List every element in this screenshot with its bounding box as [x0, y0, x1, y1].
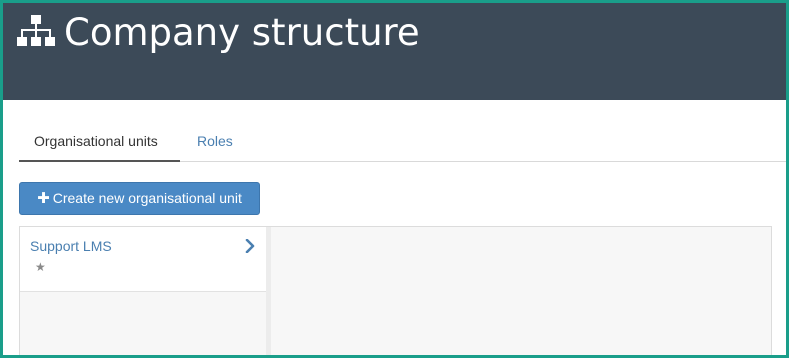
plus-icon: ✚	[37, 190, 50, 207]
page-header: Company structure	[3, 3, 786, 100]
chevron-right-icon[interactable]	[244, 239, 256, 253]
tab-bar: Organisational units Roles	[19, 122, 786, 162]
tab-organisational-units[interactable]: Organisational units	[19, 122, 180, 162]
unit-detail-pane	[271, 227, 771, 355]
tab-roles[interactable]: Roles	[182, 122, 248, 162]
star-icon[interactable]: ★	[35, 260, 46, 274]
units-panel: Support LMS ★	[19, 226, 772, 355]
sitemap-icon	[17, 15, 55, 46]
page-title: Company structure	[64, 11, 420, 54]
app-frame: Company structure Organisational units R…	[3, 3, 786, 355]
unit-label: Support LMS	[30, 238, 112, 254]
list-item-support-lms[interactable]: Support LMS ★	[20, 227, 266, 292]
units-list: Support LMS ★	[20, 227, 266, 355]
create-button-label: Create new organisational unit	[52, 190, 242, 206]
create-organisational-unit-button[interactable]: ✚ Create new organisational unit	[19, 182, 260, 215]
